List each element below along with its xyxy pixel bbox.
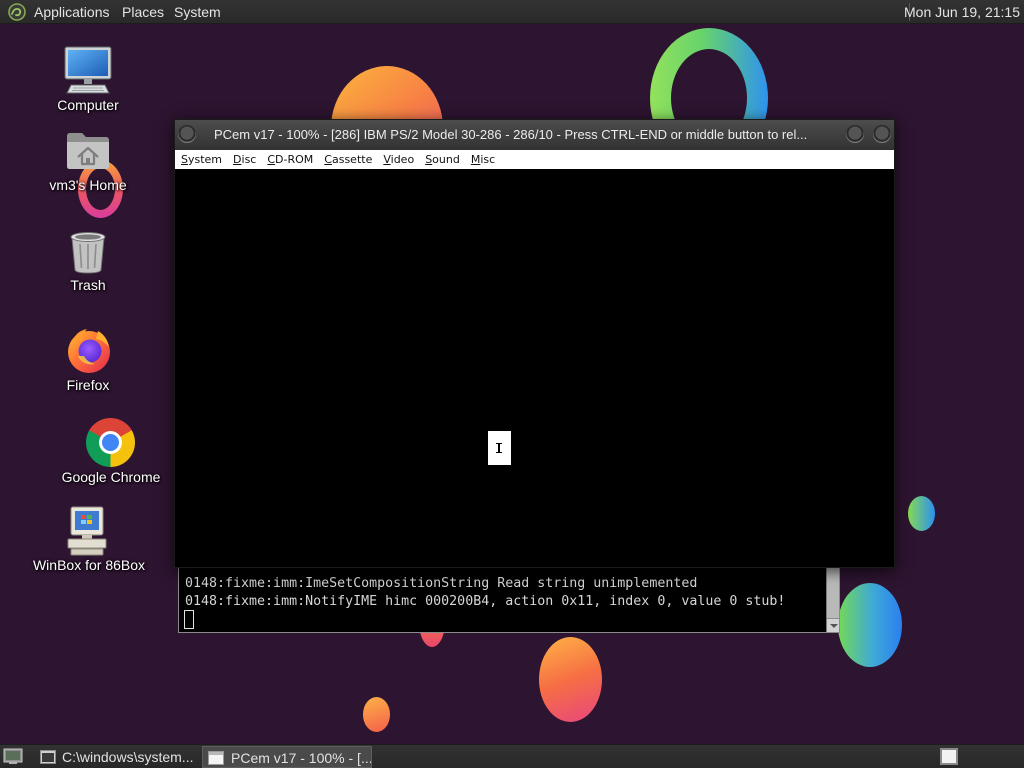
wallpaper-blob — [539, 637, 602, 722]
system-menu[interactable]: System — [174, 0, 221, 24]
taskbar: C:\windows\system... PCem v17 - 100% - [… — [0, 744, 1024, 768]
emulator-text-box — [488, 431, 511, 465]
desktop-icon-label[interactable]: Computer — [18, 97, 158, 113]
console-window-icon — [40, 749, 56, 765]
desktop: Computer vm3's Home Trash Firefox Google… — [0, 0, 1024, 768]
desktop-icon-trash[interactable]: Trash — [18, 230, 158, 294]
chrome-icon[interactable] — [86, 418, 135, 467]
computer-icon[interactable] — [63, 45, 113, 100]
chrome-icon-center — [102, 434, 119, 451]
scroll-down-arrow-icon[interactable] — [827, 618, 839, 632]
workspace-switcher-icon[interactable] — [940, 748, 958, 765]
taskbar-task-label: PCem v17 - 100% - [... — [231, 750, 371, 766]
show-desktop-icon[interactable] — [3, 748, 23, 765]
terminal-cursor — [184, 610, 194, 629]
pcem-titlebar[interactable]: PCem v17 - 100% - [286] IBM PS/2 Model 3… — [175, 120, 894, 150]
taskbar-task-pcem[interactable]: PCem v17 - 100% - [... — [202, 746, 372, 768]
taskbar-task-label: C:\windows\system... — [62, 749, 194, 765]
mate-logo-icon[interactable] — [8, 3, 26, 21]
pcem-window-title: PCem v17 - 100% - [286] IBM PS/2 Model 3… — [214, 127, 808, 142]
terminal-line: 0148:fixme:imm:ImeSetCompositionString R… — [185, 576, 698, 591]
window-icon — [208, 750, 224, 766]
winbox-icon[interactable] — [66, 506, 108, 561]
applications-menu[interactable]: Applications — [34, 0, 110, 24]
places-menu[interactable]: Places — [122, 0, 164, 24]
desktop-icon-computer[interactable]: Computer — [18, 45, 158, 113]
chrome-icon-ring — [99, 431, 122, 454]
desktop-icon-winbox[interactable]: WinBox for 86Box — [19, 506, 159, 574]
menu-system[interactable]: System — [181, 153, 222, 166]
pcem-menubar: System Disc CD-ROM Cassette Video Sound … — [175, 150, 894, 169]
wallpaper-blob — [838, 583, 902, 667]
desktop-icon-label[interactable]: Firefox — [18, 377, 158, 393]
pcem-window: PCem v17 - 100% - [286] IBM PS/2 Model 3… — [174, 119, 895, 568]
desktop-icon-label[interactable]: vm3's Home — [18, 177, 158, 193]
clock[interactable]: Mon Jun 19, 21:15 — [904, 0, 1020, 24]
trash-icon[interactable] — [68, 230, 108, 279]
desktop-icon-label[interactable]: WinBox for 86Box — [19, 557, 159, 573]
maximize-button[interactable] — [873, 125, 891, 143]
ibeam-cursor-icon — [496, 443, 502, 453]
desktop-icon-chrome[interactable]: Google Chrome — [41, 418, 181, 486]
desktop-icon-home[interactable]: vm3's Home — [18, 130, 158, 194]
window-menu-button[interactable] — [178, 125, 196, 143]
top-panel: Applications Places System Mon Jun 19, 2… — [0, 0, 1024, 24]
home-folder-icon[interactable] — [65, 130, 111, 175]
menu-sound[interactable]: Sound — [425, 153, 460, 166]
wallpaper-blob — [908, 496, 935, 531]
menu-cd-rom[interactable]: CD-ROM — [267, 153, 313, 166]
desktop-icon-label[interactable]: Google Chrome — [41, 469, 181, 485]
desktop-icon-label[interactable]: Trash — [18, 277, 158, 293]
firefox-icon[interactable] — [65, 326, 113, 379]
desktop-icon-firefox[interactable]: Firefox — [18, 325, 158, 393]
menu-misc[interactable]: Misc — [471, 153, 495, 166]
menu-disc[interactable]: Disc — [233, 153, 256, 166]
menu-video[interactable]: Video — [383, 153, 414, 166]
minimize-button[interactable] — [846, 125, 864, 143]
menu-cassette[interactable]: Cassette — [324, 153, 372, 166]
emulator-screen[interactable] — [175, 169, 894, 567]
terminal-line: 0148:fixme:imm:NotifyIME himc 000200B4, … — [185, 594, 786, 609]
taskbar-task-console[interactable]: C:\windows\system... — [35, 746, 200, 768]
wallpaper-blob — [363, 697, 390, 732]
